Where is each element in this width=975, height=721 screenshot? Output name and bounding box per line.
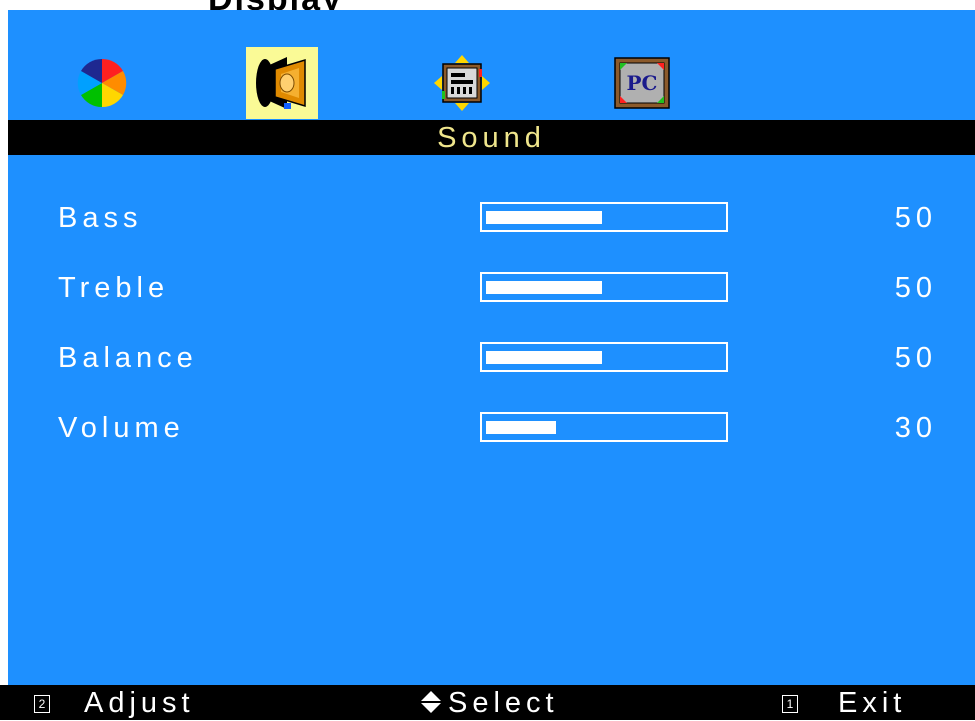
menu-row-volume[interactable]: Volume 30 [8,410,975,450]
level-bar[interactable] [480,272,728,302]
level-bar[interactable] [480,342,728,372]
level-fill [486,281,602,294]
color-wheel-icon [77,58,127,108]
menu-row-balance[interactable]: Balance 50 [8,340,975,380]
row-value: 50 [894,342,937,374]
row-value: 50 [894,272,937,304]
window-title: Display [208,0,343,10]
level-fill [486,351,602,364]
select-label: Select [448,687,559,719]
svg-text:PC: PC [627,71,658,95]
up-down-arrows-icon [420,690,442,721]
row-label: Bass [58,202,143,234]
osd-panel: PC Sound Bass 50 Treble 50 Balance 50 Vo… [8,10,975,685]
row-value: 30 [894,412,937,444]
level-fill [486,211,602,224]
tab-sound[interactable] [246,47,318,119]
window-title-strip: Display [0,0,975,10]
row-value: 50 [894,202,937,234]
row-label: Volume [58,412,185,444]
tab-color[interactable] [66,47,138,119]
level-bar[interactable] [480,202,728,232]
osd-screen: Display [0,0,975,720]
row-label: Balance [58,342,198,374]
adjust-label: Adjust [84,687,195,719]
speaker-icon [256,57,306,109]
menu-title: Sound [437,122,546,154]
exit-key-badge: 1 [782,695,798,713]
position-screen-icon [434,55,490,111]
level-fill [486,421,556,434]
exit-label: Exit [838,687,907,719]
menu-row-bass[interactable]: Bass 50 [8,200,975,240]
level-bar[interactable] [480,412,728,442]
menu-title-bar: Sound [8,120,975,155]
pc-monitor-icon: PC [614,57,670,109]
menu-row-treble[interactable]: Treble 50 [8,270,975,310]
adjust-key-badge: 2 [34,695,50,713]
tab-pc[interactable]: PC [606,47,678,119]
footer-bar: 2 Adjust Select 1 Exit [0,685,975,720]
row-label: Treble [58,272,170,304]
tab-display-position[interactable] [426,47,498,119]
